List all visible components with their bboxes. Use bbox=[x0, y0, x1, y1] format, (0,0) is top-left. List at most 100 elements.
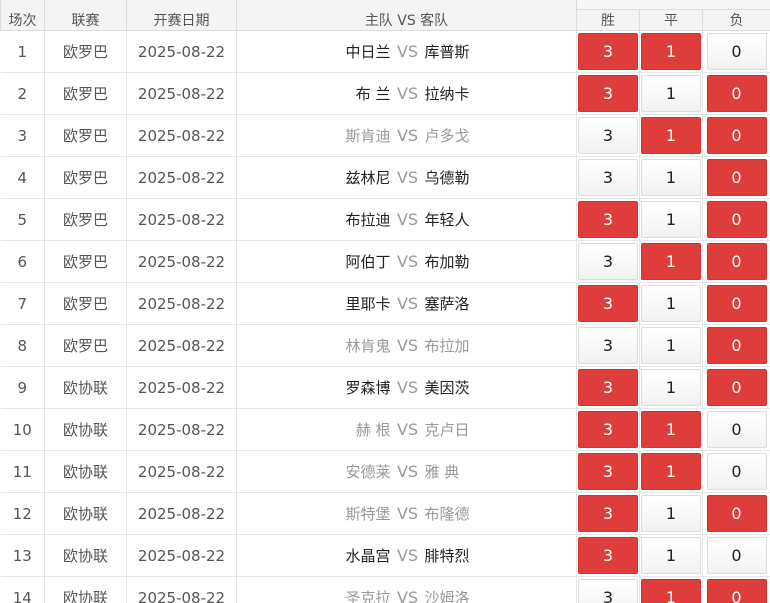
win-option-button[interactable]: 3 bbox=[578, 537, 638, 574]
draw-option-button[interactable]: 1 bbox=[641, 579, 701, 603]
match-teams: 水晶宫 VS 腓特烈 bbox=[236, 534, 577, 577]
lose-option-button[interactable]: 0 bbox=[706, 201, 767, 238]
match-teams: 阿伯丁 VS 布加勒 bbox=[236, 240, 577, 283]
away-team: 克卢日 bbox=[424, 421, 470, 439]
lose-option-button[interactable]: 0 bbox=[706, 453, 767, 490]
table-row: 7 欧罗巴 2025-08-22 里耶卡 VS 塞萨洛 3 1 0 bbox=[0, 282, 770, 325]
home-team: 布拉迪 bbox=[345, 211, 391, 229]
home-team: 阿伯丁 bbox=[345, 253, 391, 271]
table-row: 6 欧罗巴 2025-08-22 阿伯丁 VS 布加勒 3 1 0 bbox=[0, 240, 770, 283]
away-team: 卢多戈 bbox=[424, 127, 470, 145]
league-name: 欧协联 bbox=[44, 576, 127, 603]
win-option-cell: 3 bbox=[576, 408, 640, 451]
draw-option-button[interactable]: 1 bbox=[641, 495, 701, 532]
lose-option-button[interactable]: 0 bbox=[706, 159, 767, 196]
draw-option-button[interactable]: 1 bbox=[641, 453, 701, 490]
lose-option-button[interactable]: 0 bbox=[706, 285, 767, 322]
draw-option-cell: 1 bbox=[639, 240, 703, 283]
match-number: 13 bbox=[0, 534, 45, 577]
match-number: 14 bbox=[0, 576, 45, 603]
header-date: 开赛日期 bbox=[126, 0, 237, 31]
lose-option-button[interactable]: 0 bbox=[706, 579, 767, 603]
win-option-button[interactable]: 3 bbox=[578, 243, 638, 280]
lose-option-button[interactable]: 0 bbox=[706, 117, 767, 154]
draw-option-cell: 1 bbox=[639, 366, 703, 409]
win-option-button[interactable]: 3 bbox=[578, 33, 638, 70]
table-row: 10 欧协联 2025-08-22 赫 根 VS 克卢日 3 1 0 bbox=[0, 408, 770, 451]
match-date: 2025-08-22 bbox=[126, 366, 237, 409]
match-teams: 中日兰 VS 库普斯 bbox=[236, 30, 577, 73]
lose-option-button[interactable]: 0 bbox=[706, 33, 767, 70]
away-team: 塞萨洛 bbox=[424, 295, 470, 313]
win-option-button[interactable]: 3 bbox=[578, 327, 638, 364]
lose-option-button[interactable]: 0 bbox=[706, 243, 767, 280]
vs-label: VS bbox=[396, 252, 419, 271]
home-team: 林肯鬼 bbox=[345, 337, 391, 355]
lose-option-cell: 0 bbox=[702, 576, 770, 603]
win-option-cell: 3 bbox=[576, 576, 640, 603]
match-date: 2025-08-22 bbox=[126, 198, 237, 241]
win-option-cell: 3 bbox=[576, 366, 640, 409]
win-option-button[interactable]: 3 bbox=[578, 117, 638, 154]
lose-option-button[interactable]: 0 bbox=[706, 537, 767, 574]
draw-option-cell: 1 bbox=[639, 324, 703, 367]
win-option-button[interactable]: 3 bbox=[578, 285, 638, 322]
win-option-button[interactable]: 3 bbox=[578, 579, 638, 603]
lose-option-cell: 0 bbox=[702, 450, 770, 493]
draw-option-button[interactable]: 1 bbox=[641, 243, 701, 280]
draw-option-button[interactable]: 1 bbox=[641, 285, 701, 322]
table-row: 8 欧罗巴 2025-08-22 林肯鬼 VS 布拉加 3 1 0 bbox=[0, 324, 770, 367]
win-option-button[interactable]: 3 bbox=[578, 495, 638, 532]
draw-option-button[interactable]: 1 bbox=[641, 411, 701, 448]
win-option-cell: 3 bbox=[576, 156, 640, 199]
draw-option-button[interactable]: 1 bbox=[641, 117, 701, 154]
vs-label: VS bbox=[396, 420, 419, 439]
draw-option-cell: 1 bbox=[639, 72, 703, 115]
draw-option-cell: 1 bbox=[639, 450, 703, 493]
win-option-cell: 3 bbox=[576, 240, 640, 283]
draw-option-button[interactable]: 1 bbox=[641, 369, 701, 406]
home-team: 赫 根 bbox=[355, 421, 391, 439]
vs-label: VS bbox=[396, 588, 419, 603]
draw-option-button[interactable]: 1 bbox=[641, 201, 701, 238]
vs-label: VS bbox=[396, 504, 419, 523]
draw-option-cell: 1 bbox=[639, 156, 703, 199]
lose-option-button[interactable]: 0 bbox=[706, 495, 767, 532]
win-option-button[interactable]: 3 bbox=[578, 453, 638, 490]
home-team: 罗森博 bbox=[345, 379, 391, 397]
lose-option-button[interactable]: 0 bbox=[706, 327, 767, 364]
draw-option-button[interactable]: 1 bbox=[641, 327, 701, 364]
league-name: 欧罗巴 bbox=[44, 282, 127, 325]
match-date: 2025-08-22 bbox=[126, 240, 237, 283]
lose-option-button[interactable]: 0 bbox=[706, 75, 767, 112]
match-number: 5 bbox=[0, 198, 45, 241]
win-option-cell: 3 bbox=[576, 282, 640, 325]
vs-label: VS bbox=[396, 168, 419, 187]
win-option-button[interactable]: 3 bbox=[578, 411, 638, 448]
win-option-cell: 3 bbox=[576, 534, 640, 577]
vs-label: VS bbox=[396, 126, 419, 145]
win-option-button[interactable]: 3 bbox=[578, 201, 638, 238]
lose-option-cell: 0 bbox=[702, 198, 770, 241]
win-option-button[interactable]: 3 bbox=[578, 75, 638, 112]
win-option-button[interactable]: 3 bbox=[578, 369, 638, 406]
match-number: 9 bbox=[0, 366, 45, 409]
draw-option-button[interactable]: 1 bbox=[641, 33, 701, 70]
league-name: 欧协联 bbox=[44, 492, 127, 535]
table-row: 2 欧罗巴 2025-08-22 布 兰 VS 拉纳卡 3 1 0 bbox=[0, 72, 770, 115]
table-row: 4 欧罗巴 2025-08-22 兹林尼 VS 乌德勒 3 1 0 bbox=[0, 156, 770, 199]
lose-option-button[interactable]: 0 bbox=[706, 369, 767, 406]
away-team: 年轻人 bbox=[424, 211, 470, 229]
header-league: 联赛 bbox=[44, 0, 127, 31]
away-team: 布隆德 bbox=[424, 505, 470, 523]
win-option-cell: 3 bbox=[576, 114, 640, 157]
draw-option-button[interactable]: 1 bbox=[641, 159, 701, 196]
away-team: 乌德勒 bbox=[424, 169, 470, 187]
draw-option-button[interactable]: 1 bbox=[641, 537, 701, 574]
match-teams: 里耶卡 VS 塞萨洛 bbox=[236, 282, 577, 325]
win-option-button[interactable]: 3 bbox=[578, 159, 638, 196]
vs-label: VS bbox=[396, 84, 419, 103]
win-option-cell: 3 bbox=[576, 30, 640, 73]
draw-option-button[interactable]: 1 bbox=[641, 75, 701, 112]
lose-option-button[interactable]: 0 bbox=[706, 411, 767, 448]
